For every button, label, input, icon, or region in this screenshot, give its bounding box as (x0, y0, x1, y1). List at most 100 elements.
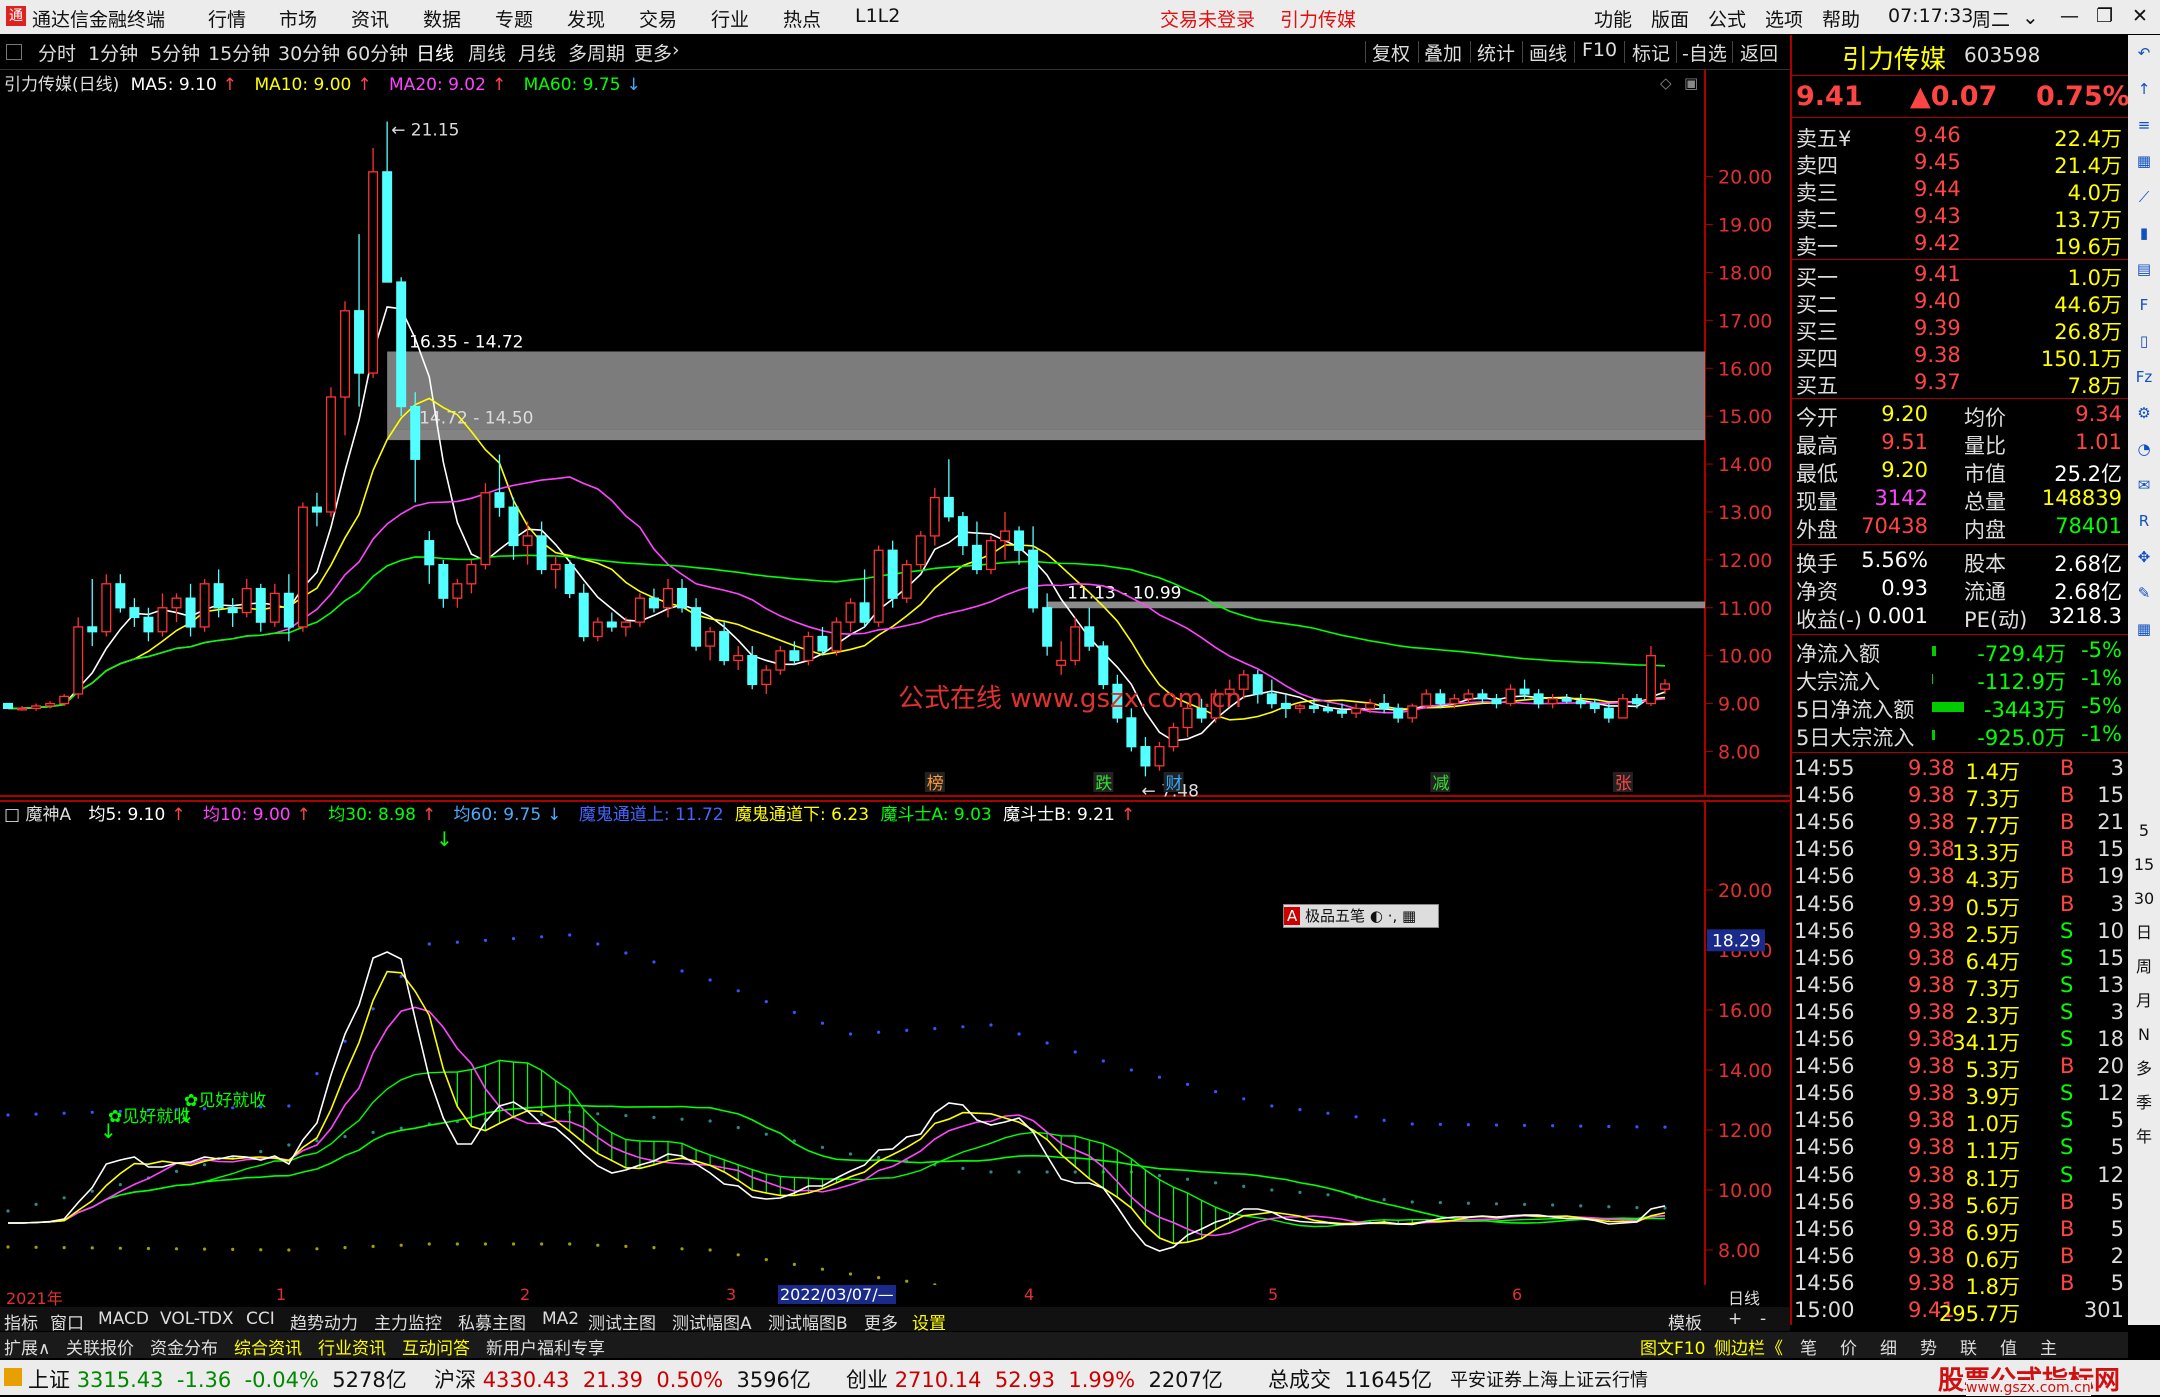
tick-row[interactable]: 14:56 9.38 6.9万 B 5 (1792, 1217, 2128, 1245)
menu-item-topics[interactable]: 专题 (495, 5, 533, 32)
tab-private[interactable]: 私募主图 (458, 1309, 526, 1334)
table-icon[interactable]: ▤ (2132, 257, 2156, 281)
tick-row[interactable]: 14:56 9.38 4.3万 B 19 (1792, 864, 2128, 892)
bid-row[interactable]: 买三 9.39 26.8万 (1792, 316, 2128, 344)
overlay-button[interactable]: 叠加 (1424, 39, 1462, 66)
menu-item-l1l2[interactable]: L1L2 (855, 5, 900, 27)
tick-row[interactable]: 14:56 9.38 2.5万 S 10 (1792, 919, 2128, 947)
menu-item-industry[interactable]: 行业 (711, 5, 749, 32)
side-period-7[interactable]: 多 (2132, 1057, 2156, 1081)
move-icon[interactable]: ✥ (2132, 545, 2156, 569)
candlestick-svg[interactable]: 20.00 19.00 18.00 17.00 16.00 15.00 14.00 13.00… (0, 70, 1790, 801)
stat-row[interactable]: 收益(-) 0.001 PE(动) 3218.3 (1792, 604, 2128, 632)
ime-moon-icon[interactable]: ◐ ·, ▦ (1370, 907, 1416, 925)
remove-watchlist-button[interactable]: -自选 (1682, 39, 1727, 66)
index-sh[interactable]: 上证 3315.43 -1.36 -0.04% 5278亿 (28, 1364, 407, 1394)
minimize-icon[interactable]: ⌄ (2022, 5, 2039, 29)
template-button[interactable]: 模板 (1668, 1309, 1702, 1334)
tab-general-news[interactable]: 综合资讯 (234, 1334, 302, 1359)
up-arrow-icon[interactable]: ↑ (2132, 77, 2156, 101)
fx-icon[interactable]: Fz (2132, 365, 2156, 389)
tab-main-r[interactable]: 主 (2040, 1334, 2057, 1359)
tab-ma2[interactable]: MA2 (542, 1309, 579, 1329)
flow-row[interactable]: 净流入额 -729.4万 -5% (1792, 638, 2128, 666)
tab-tick[interactable]: 笔 (1800, 1334, 1817, 1359)
tick-row[interactable]: 14:56 9.38 7.3万 B 15 (1792, 783, 2128, 811)
status-menu-icon[interactable] (4, 1368, 22, 1386)
bar-icon[interactable]: ▮ (2132, 221, 2156, 245)
tab-timeshare[interactable]: 分时 (38, 39, 76, 66)
tab-test-sub-a[interactable]: 测试幅图A (672, 1309, 752, 1334)
tick-row[interactable]: 14:56 9.38 0.6万 B 2 (1792, 1244, 2128, 1272)
ask-row[interactable]: 卖五¥ 9.46 22.4万 (1792, 123, 2128, 151)
stat-row[interactable]: 现量 3142 总量 148839 (1792, 486, 2128, 514)
rsi-icon[interactable]: R (2132, 509, 2156, 533)
menu-item-function[interactable]: 功能 (1594, 5, 1632, 32)
tick-row[interactable]: 14:56 9.38 5.6万 B 5 (1792, 1190, 2128, 1218)
bid-row[interactable]: 买二 9.40 44.6万 (1792, 289, 2128, 317)
tick-row[interactable]: 14:56 9.38 8.1万 S 12 (1792, 1163, 2128, 1191)
side-period-0[interactable]: 5 (2132, 819, 2156, 843)
collapse-button[interactable]: 《 (1766, 1334, 1783, 1359)
tab-main-force[interactable]: 主力监控 (374, 1309, 442, 1334)
menu-item-formula[interactable]: 公式 (1708, 5, 1746, 32)
tab-5min[interactable]: 5分钟 (150, 39, 200, 66)
tick-row[interactable]: 14:56 9.39 0.5万 B 3 (1792, 892, 2128, 920)
tab-link[interactable]: 联 (1960, 1334, 1977, 1359)
menu-item-news[interactable]: 资讯 (351, 5, 389, 32)
tab-30min[interactable]: 30分钟 (278, 39, 340, 66)
tab-daily[interactable]: 日线 (416, 39, 454, 66)
stat-row[interactable]: 外盘 70438 内盘 78401 (1792, 514, 2128, 542)
ask-row[interactable]: 卖四 9.45 21.4万 (1792, 150, 2128, 178)
tab-vol-tdx[interactable]: VOL-TDX (160, 1309, 234, 1329)
tab-qa[interactable]: 互动问答 (402, 1334, 470, 1359)
tick-row[interactable]: 14:56 9.38 7.7万 B 21 (1792, 810, 2128, 838)
tick-row[interactable]: 14:56 9.38 34.1万 S 18 (1792, 1027, 2128, 1055)
chevron-right-icon[interactable]: › (672, 39, 680, 61)
tick-row[interactable]: 14:56 9.38 2.3万 S 3 (1792, 1000, 2128, 1028)
tab-window[interactable]: 窗口 (50, 1309, 84, 1334)
f10-icon[interactable]: F (2132, 293, 2156, 317)
tab-multi-period[interactable]: 多周期 (568, 39, 625, 66)
bid-row[interactable]: 买四 9.38 150.1万 (1792, 343, 2128, 371)
tab-indicator[interactable]: 指标 (4, 1309, 38, 1334)
side-period-8[interactable]: 季 (2132, 1091, 2156, 1115)
index-hs300[interactable]: 沪深 4330.43 21.39 0.50% 3596亿 (434, 1364, 811, 1394)
draw-line-button[interactable]: 画线 (1529, 39, 1567, 66)
tick-row[interactable]: 15:00 9.41 295.7万 301 (1792, 1298, 2128, 1326)
back-button[interactable]: 返回 (1740, 39, 1778, 66)
tab-related-quotes[interactable]: 关联报价 (66, 1334, 134, 1359)
mark-button[interactable]: 标记 (1632, 39, 1670, 66)
chart-icon[interactable]: ⟋ (2132, 185, 2156, 209)
grid-icon[interactable]: ▦ (2132, 149, 2156, 173)
tab-monthly[interactable]: 月线 (518, 39, 556, 66)
menu-item-data[interactable]: 数据 (423, 5, 461, 32)
tab-weekly[interactable]: 周线 (468, 39, 506, 66)
index-gem[interactable]: 创业 2710.14 52.93 1.99% 2207亿 (846, 1364, 1223, 1394)
side-period-9[interactable]: 年 (2132, 1125, 2156, 1149)
bid-row[interactable]: 买五 9.37 7.8万 (1792, 370, 2128, 398)
toolbar-toggle-icon[interactable] (6, 44, 22, 60)
stat-row[interactable]: 最低 9.20 市值 25.2亿 (1792, 458, 2128, 486)
f10-graphic-button[interactable]: 图文F10 (1640, 1334, 1705, 1359)
tick-row[interactable]: 14:55 9.38 1.4万 B 3 (1792, 756, 2128, 784)
tab-value[interactable]: 值 (2000, 1334, 2017, 1359)
menu-item-help[interactable]: 帮助 (1822, 5, 1860, 32)
tick-row[interactable]: 14:56 9.38 3.9万 S 12 (1792, 1081, 2128, 1109)
doc-icon[interactable]: ▯ (2132, 329, 2156, 353)
adjust-button[interactable]: 复权 (1372, 39, 1410, 66)
restore-window-icon[interactable]: ❐ (2096, 5, 2113, 27)
menu-item-market[interactable]: 市场 (279, 5, 317, 32)
tab-trend[interactable]: 趋势动力 (290, 1309, 358, 1334)
stats-button[interactable]: 统计 (1477, 39, 1515, 66)
candlestick-chart[interactable]: 20.00 19.00 18.00 17.00 16.00 15.00 14.00 13.00… (0, 70, 1790, 801)
tab-extend[interactable]: 扩展∧ (4, 1334, 50, 1359)
calc-icon[interactable]: ▦ (2132, 617, 2156, 641)
tab-more[interactable]: 更多 (634, 39, 672, 66)
side-period-6[interactable]: N (2132, 1023, 2156, 1047)
menu-item-hotspot[interactable]: 热点 (783, 5, 821, 32)
tab-fund-dist[interactable]: 资金分布 (150, 1334, 218, 1359)
tab-cci[interactable]: CCI (246, 1309, 275, 1329)
menu-item-quotes[interactable]: 行情 (208, 5, 246, 32)
mail-icon[interactable]: ✉ (2132, 473, 2156, 497)
